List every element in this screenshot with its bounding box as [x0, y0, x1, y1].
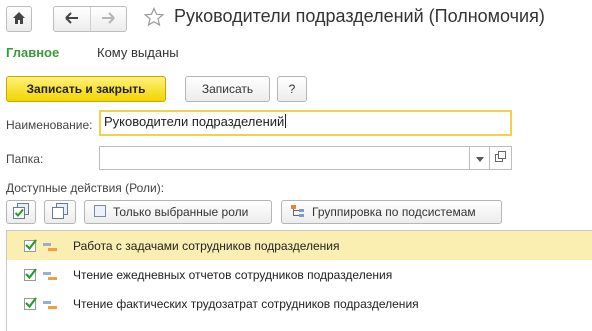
name-field[interactable]: Руководители подразделений	[99, 110, 512, 136]
back-button[interactable]	[54, 7, 91, 31]
save-button[interactable]: Записать	[185, 76, 270, 102]
hierarchy-icon	[290, 204, 306, 221]
role-checkbox[interactable]	[24, 267, 37, 281]
back-arrow-icon	[65, 11, 79, 27]
only-selected-roles-toggle[interactable]: Только выбранные роли	[84, 200, 272, 224]
group-by-subsystems-label: Группировка по подсистемам	[312, 205, 476, 219]
check-all-button[interactable]	[6, 200, 36, 224]
list-item[interactable]: Чтение фактических трудозатрат сотрудник…	[7, 289, 592, 318]
text-caret	[285, 114, 287, 128]
favorite-star-button[interactable]	[143, 7, 166, 30]
name-value: Руководители подразделений	[104, 114, 285, 129]
only-selected-roles-label: Только выбранные роли	[113, 205, 249, 219]
group-by-subsystems-toggle[interactable]: Группировка по подсистемам	[281, 200, 502, 224]
role-label: Работа с задачами сотрудников подразделе…	[73, 238, 340, 253]
role-checkbox[interactable]	[24, 238, 37, 252]
role-icon	[43, 270, 57, 284]
folder-open-button[interactable]	[490, 146, 512, 170]
list-item[interactable]: Чтение ежедневных отчетов сотрудников по…	[7, 260, 592, 289]
home-icon	[12, 11, 26, 28]
save-and-close-button[interactable]: Записать и закрыть	[6, 76, 166, 102]
role-icon	[43, 241, 57, 255]
roles-list: Работа с задачами сотрудников подразделе…	[6, 230, 592, 331]
uncheck-all-icon	[52, 202, 68, 222]
name-label: Наименование:	[6, 118, 93, 132]
filter-icon	[93, 204, 107, 221]
uncheck-all-button[interactable]	[44, 200, 76, 224]
history-nav	[53, 6, 127, 32]
folder-field[interactable]	[99, 146, 470, 170]
roles-label: Доступные действия (Роли):	[6, 181, 165, 195]
home-button[interactable]	[6, 6, 32, 32]
role-checkbox[interactable]	[24, 296, 37, 310]
chevron-down-icon	[475, 151, 484, 165]
forward-button[interactable]	[91, 7, 127, 31]
star-icon	[143, 7, 165, 30]
forward-arrow-icon	[101, 11, 115, 27]
folder-dropdown-button[interactable]	[470, 146, 490, 170]
help-button[interactable]: ?	[277, 76, 307, 102]
open-icon	[495, 151, 506, 165]
tab-main[interactable]: Главное	[6, 45, 59, 60]
role-label: Чтение фактических трудозатрат сотрудник…	[73, 296, 419, 311]
check-all-icon	[13, 202, 29, 222]
role-label: Чтение ежедневных отчетов сотрудников по…	[73, 267, 393, 282]
page-title: Руководители подразделений (Полномочия)	[174, 6, 545, 26]
list-item[interactable]: Работа с задачами сотрудников подразделе…	[7, 231, 592, 260]
folder-label: Папка:	[6, 152, 44, 166]
tab-issued-to[interactable]: Кому выданы	[97, 45, 179, 60]
role-icon	[43, 299, 57, 313]
